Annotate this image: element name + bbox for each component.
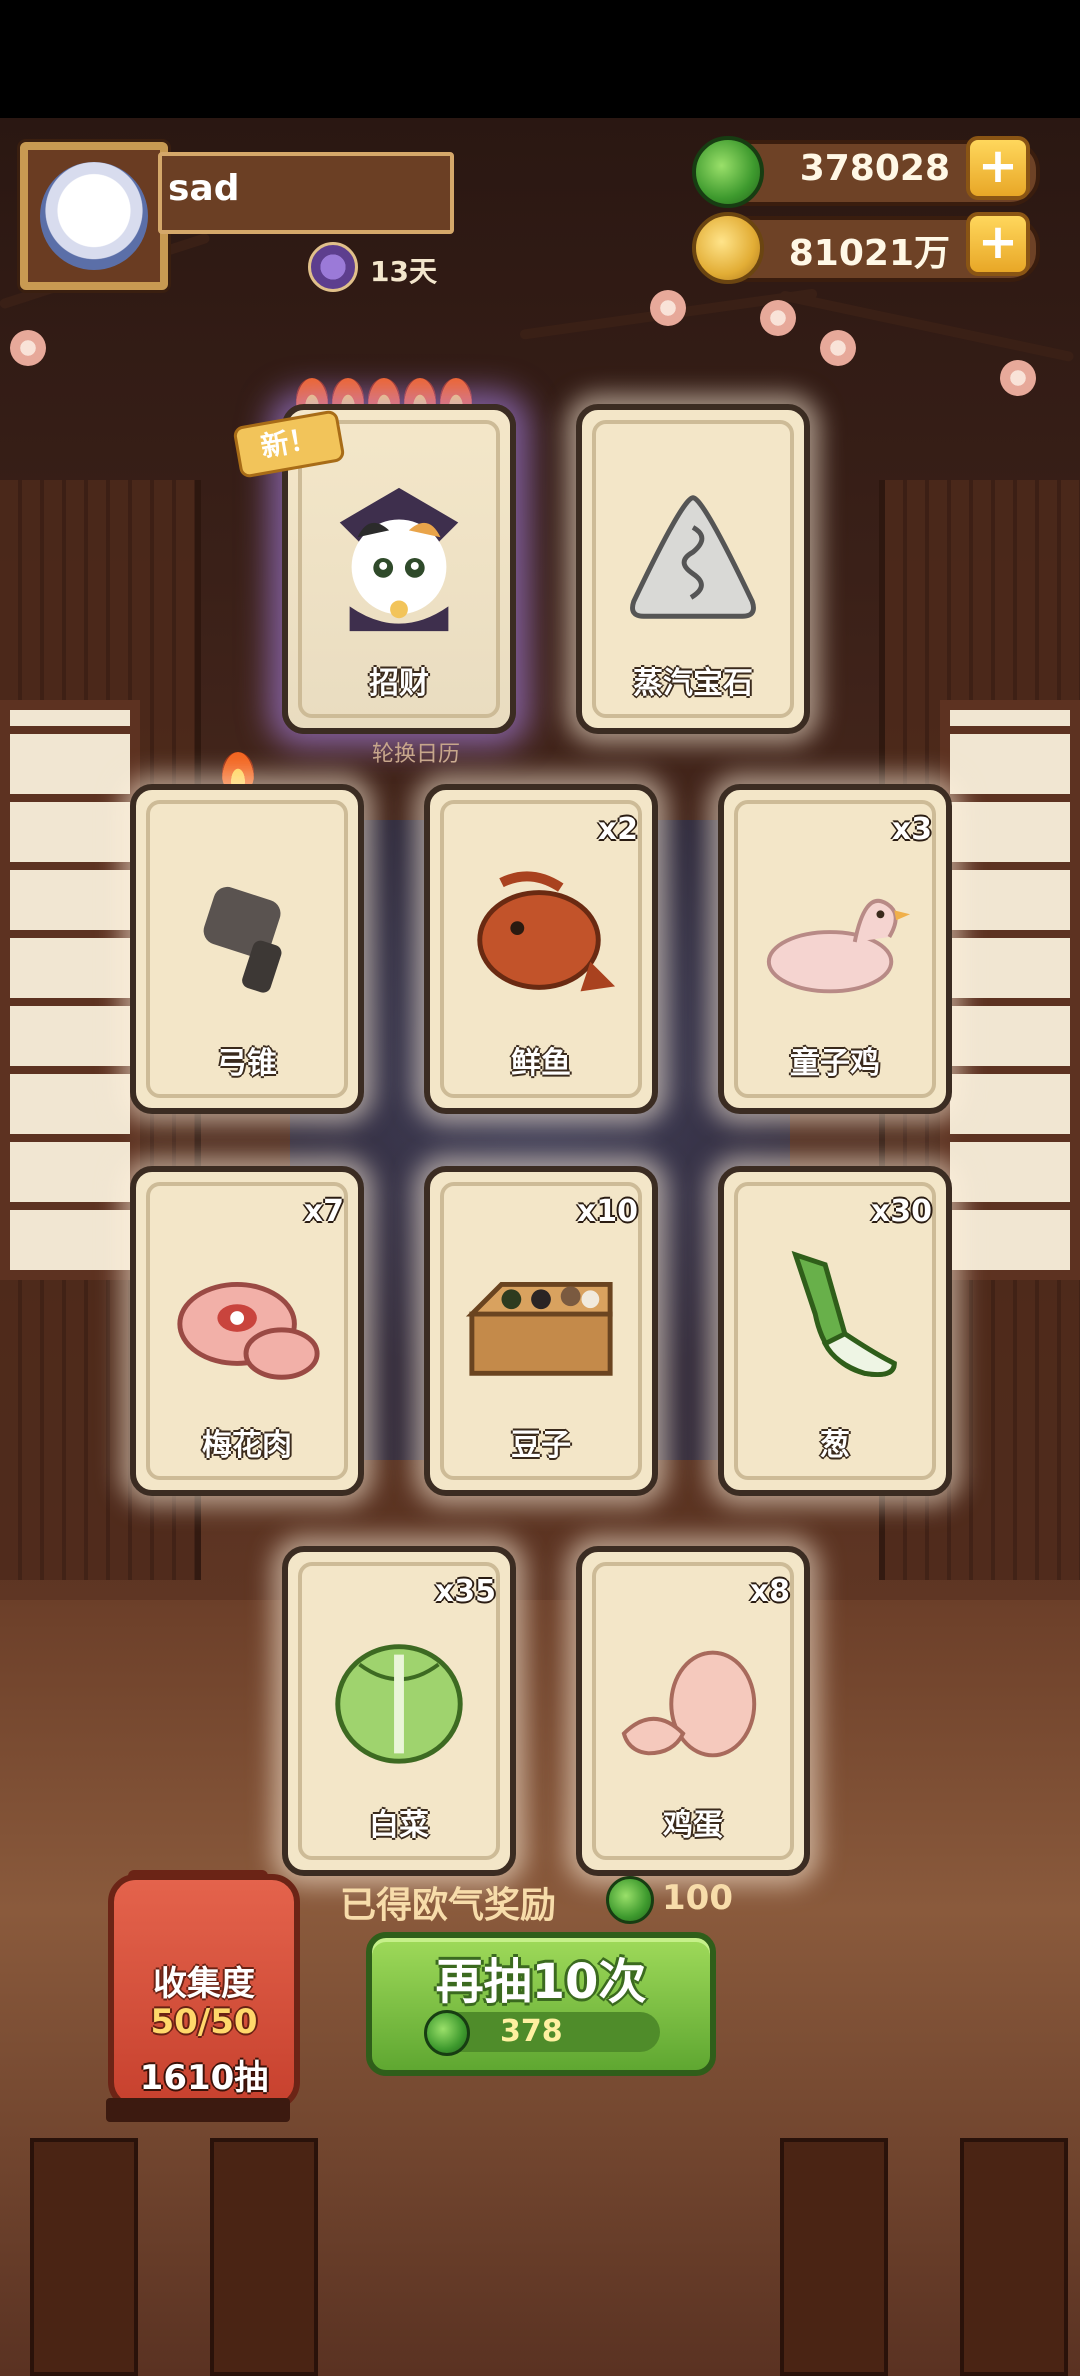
card-item[interactable]: 蒸汽宝石 [576,404,810,734]
card-item[interactable]: x3 童子鸡 [718,784,952,1114]
scallion-icon [791,1250,897,1378]
status-bar-area [0,0,1080,118]
reward-label: 已得欧气奖励 [340,1885,557,1926]
quantity-badge: x10 [576,1194,638,1229]
collection-count: 50/50 [150,2002,258,2042]
add-jade-button[interactable]: + [966,136,1030,200]
draw-cost-value: 378 [500,2014,563,2049]
quantity-badge: x7 [303,1194,344,1229]
white-cat-avatar-icon [40,162,148,270]
quantity-badge: x8 [749,1574,790,1609]
railing-post [30,2138,138,2376]
quantity-badge: x35 [434,1574,496,1609]
coin-icon [692,212,764,284]
egg-icon [621,1650,757,1758]
blossom-icon [650,290,686,326]
card-label: 葱 [820,1428,850,1463]
awl-icon [203,886,282,993]
card-label: 蒸汽宝石 [633,666,753,701]
card-item[interactable]: x30 葱 [718,1166,952,1496]
beans-icon [465,1281,613,1376]
jade-amount: 378028 [799,148,950,189]
collection-title: 收集度 [153,1964,255,2004]
player-avatar[interactable] [20,142,168,290]
jade-icon [424,2010,470,2056]
card-item[interactable]: x2 鲜鱼 [424,784,658,1114]
rotation-calendar-label: 轮换日历 [372,742,461,767]
card-item[interactable]: 弓锥 [130,784,364,1114]
chicken-icon [766,898,911,994]
quantity-badge: x30 [870,1194,932,1229]
collection-draws: 1610抽 [139,2058,269,2098]
coin-amount: 81021万 [788,233,950,274]
railing-post [780,2138,888,2376]
jade-icon [692,136,764,208]
quantity-badge: x2 [597,812,638,847]
calico-cat-icon [339,487,459,632]
days-label: 13天 [370,255,437,288]
card-label: 弓锥 [217,1046,277,1081]
blossom-icon [820,330,856,366]
card-label: 童子鸡 [790,1046,880,1081]
draw-button-label: 再抽10次 [435,1954,647,2010]
pork-icon [177,1281,320,1380]
player-name: sad [168,168,240,209]
blossom-icon [1000,360,1036,396]
card-label: 鸡蛋 [663,1808,723,1843]
card-label: 招财 [369,666,429,701]
blossom-icon [760,300,796,336]
card-label: 白菜 [369,1808,429,1843]
fish-icon [477,871,616,992]
add-coin-button[interactable]: + [966,212,1030,276]
left-window [0,700,140,1280]
quantity-badge: x3 [891,812,932,847]
card-label: 梅花肉 [202,1428,292,1463]
card-item[interactable]: x35 白菜 [282,1546,516,1876]
card-label: 豆子 [511,1428,571,1463]
card-item[interactable]: x10 豆子 [424,1166,658,1496]
reward-value: 100 [662,1878,733,1918]
game-screen: { "player": { "name": "sad", "days_label… [0,0,1080,2376]
blossom-icon [10,330,46,366]
railing-post [960,2138,1068,2376]
card-item[interactable]: x8 鸡蛋 [576,1546,810,1876]
right-window [940,700,1080,1280]
steam-gem-icon [630,495,756,619]
jade-icon [606,1876,654,1924]
cabbage-icon [335,1644,463,1764]
railing-post [210,2138,318,2376]
lantern-stand [106,2098,290,2122]
card-label: 鲜鱼 [511,1046,571,1081]
character-badge-icon [308,242,358,292]
card-item[interactable]: x7 梅花肉 [130,1166,364,1496]
